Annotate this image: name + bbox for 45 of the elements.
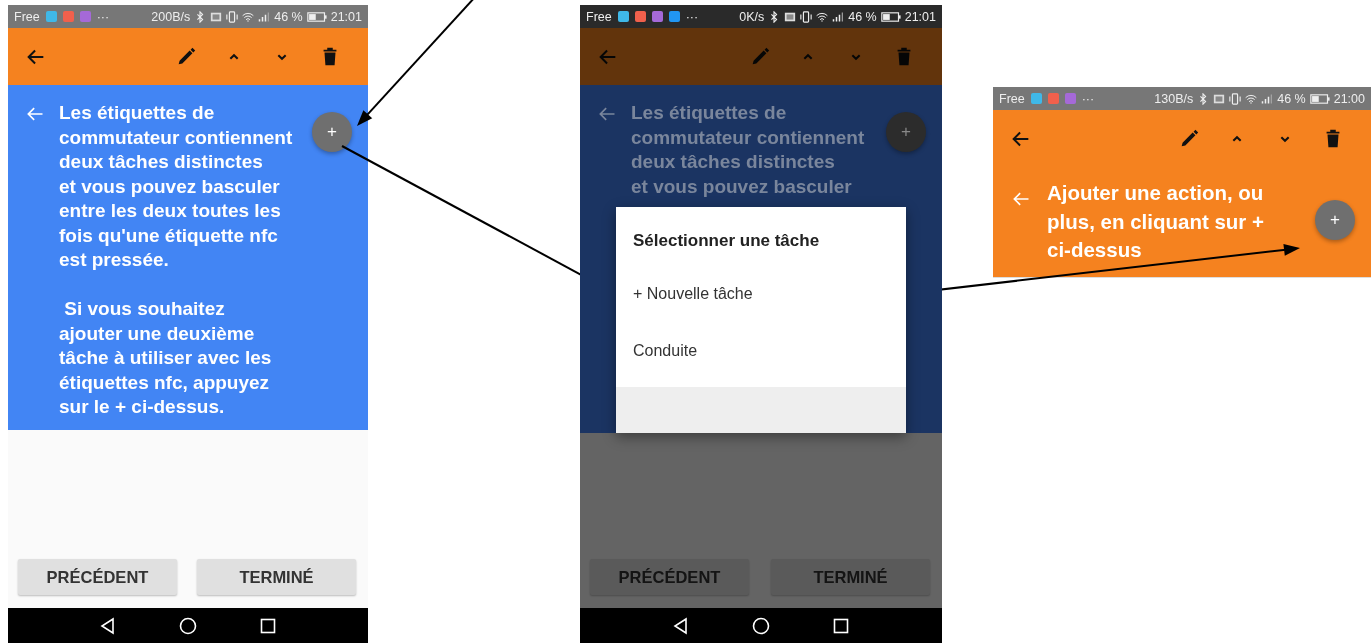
overflow-label: ··· (1081, 91, 1095, 106)
add-button[interactable]: + (1315, 200, 1355, 240)
carrier-label: Free (999, 91, 1025, 106)
battery-icon (306, 10, 327, 23)
carrier-label: Free (14, 9, 40, 24)
footer-button[interactable]: TERMINÉ (771, 559, 930, 595)
battery-percent: 46 % (848, 9, 877, 24)
battery-icon (880, 10, 901, 23)
signal-icon (832, 10, 845, 23)
speed-label: 0K/s (739, 9, 765, 24)
wifi-icon (816, 10, 829, 23)
carrier-label: Free (586, 9, 612, 24)
battery-icon (1309, 92, 1330, 105)
vibrate-icon (800, 10, 813, 23)
vibrate-icon (226, 10, 239, 23)
home-circle-icon[interactable] (178, 615, 198, 636)
dialog-option[interactable]: Conduite (616, 322, 906, 379)
signal-icon (1261, 92, 1274, 105)
signal-icon (258, 10, 271, 23)
wifi-icon (242, 10, 255, 23)
dialog-title: Sélectionner une tâche (632, 230, 821, 252)
nfc-icon (210, 10, 223, 23)
nfc-icon (784, 10, 797, 23)
instruction-text: Les étiquettes de commutateur contiennent deux tâches distinctes et vous pouvez basculer entre les deux toutes les fois qu'une étiquette nfc est pressée. Si vous souhaitez ajouter une deuxième tâche à utiliser avec les étiquettes nfc, appuyez sur le + ci-dessus. (59, 101, 293, 419)
instruction-text: Les étiquettes de commutateur contiennent deux tâches distinctes et vous pouvez basculer (631, 101, 865, 199)
battery-percent: 46 % (274, 9, 303, 24)
clock-time: 21:00 (1333, 91, 1365, 106)
footer-button[interactable]: TERMINÉ (197, 559, 356, 595)
clock-time: 21:01 (904, 9, 936, 24)
add-button[interactable]: + (312, 112, 352, 152)
speed-label: 200B/s (151, 9, 191, 24)
instruction-text: Ajouter une action, ou plus, en cliquant sur + ci-dessus (1047, 180, 1264, 263)
wifi-icon (1245, 92, 1258, 105)
footer-button[interactable]: PRÉCÉDENT (590, 559, 749, 595)
nfc-icon (1213, 92, 1226, 105)
clock-time: 21:01 (330, 9, 362, 24)
add-button[interactable]: + (886, 112, 926, 152)
footer-button[interactable]: PRÉCÉDENT (18, 559, 177, 595)
battery-percent: 46 % (1277, 91, 1306, 106)
vibrate-icon (1229, 92, 1242, 105)
overflow-label: ··· (685, 9, 699, 24)
speed-label: 130B/s (1154, 91, 1194, 106)
home-circle-icon[interactable] (751, 615, 771, 636)
overflow-label: ··· (96, 9, 110, 24)
dialog-option[interactable]: + Nouvelle tâche (616, 265, 906, 322)
